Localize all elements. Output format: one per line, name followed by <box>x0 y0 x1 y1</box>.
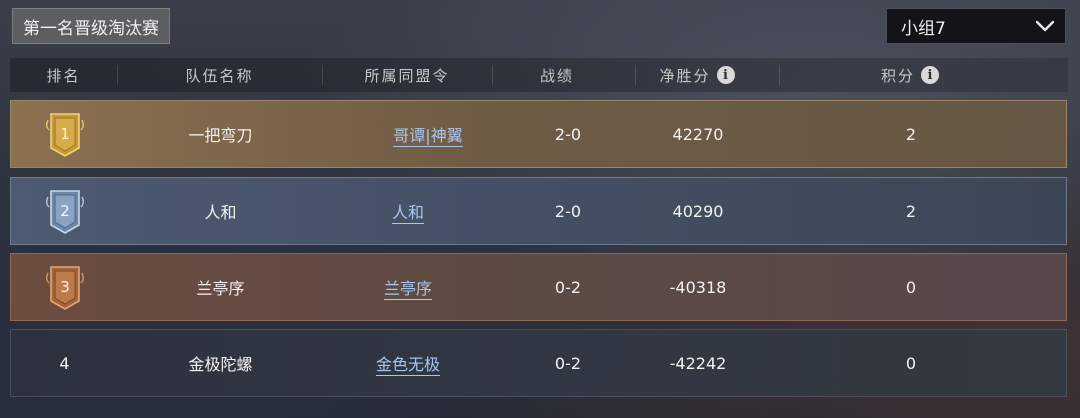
record-cell: 2-0 <box>554 124 582 144</box>
record-cell: 0-2 <box>554 277 582 297</box>
header-team-label: 队伍名称 <box>185 66 254 85</box>
bronze-rank-badge-icon: 3 <box>45 266 84 310</box>
points-cell: 2 <box>905 201 917 221</box>
net-score-cell: -40318 <box>669 277 727 297</box>
rank-cell: 3 <box>11 254 118 320</box>
header-alliance-label: 所属同盟令 <box>364 66 450 85</box>
team-name: 兰亭序 <box>196 279 245 298</box>
header-points: 积分 i <box>805 58 1015 92</box>
rank-number: 3 <box>60 278 70 296</box>
record-cell: 0-2 <box>554 353 582 373</box>
header-net-score: 净胜分 i <box>622 58 772 92</box>
alliance-link[interactable]: 金色无极 <box>376 351 440 375</box>
points-cell: 0 <box>905 277 917 297</box>
gold-rank-badge-icon: 1 <box>45 113 84 157</box>
header-points-label: 积分 <box>880 66 915 85</box>
silver-rank-badge-icon: 2 <box>45 190 84 234</box>
table-row[interactable]: 2 人和 人和 2-0 40290 2 <box>10 177 1067 245</box>
points-cell: 2 <box>905 124 917 144</box>
team-name: 金极陀螺 <box>188 355 253 374</box>
alliance-cell: 人和 <box>323 178 493 244</box>
alliance-link[interactable]: 哥谭|神翼 <box>393 122 462 146</box>
rank-cell: 4 <box>11 330 118 396</box>
net-score-cell: 40290 <box>672 201 724 221</box>
rank-cell: 1 <box>11 101 118 167</box>
team-name: 一把弯刀 <box>188 126 253 145</box>
rank-cell: 2 <box>11 178 118 244</box>
header-net-score-label: 净胜分 <box>659 66 711 85</box>
header-record: 战绩 <box>492 58 622 92</box>
points-cell: 0 <box>905 353 917 373</box>
alliance-cell: 金色无极 <box>323 330 493 396</box>
header-rank-label: 排名 <box>46 66 81 85</box>
header-rank: 排名 <box>10 58 117 92</box>
alliance-cell: 兰亭序 <box>323 254 493 320</box>
header-record-label: 战绩 <box>539 66 574 85</box>
team-name: 人和 <box>204 203 237 222</box>
rank-number: 4 <box>59 353 70 373</box>
info-icon[interactable]: i <box>921 66 939 84</box>
header-team: 队伍名称 <box>117 58 322 92</box>
rank-number: 1 <box>60 125 70 143</box>
page-title-text: 第一名晋级淘汰赛 <box>23 18 159 39</box>
net-score-cell: -42242 <box>669 353 727 373</box>
group-select-dropdown[interactable]: 小组7 <box>886 8 1066 44</box>
net-score-cell: 42270 <box>672 124 724 144</box>
table-row[interactable]: 3 兰亭序 兰亭序 0-2 -40318 0 <box>10 253 1067 321</box>
header-alliance: 所属同盟令 <box>322 58 492 92</box>
alliance-link[interactable]: 兰亭序 <box>384 275 432 299</box>
rank-number: 2 <box>60 202 70 220</box>
chevron-down-icon <box>1035 20 1055 32</box>
table-header: 排名 队伍名称 所属同盟令 战绩 净胜分 i 积分 i <box>10 58 1068 92</box>
group-select-value: 小组7 <box>901 18 946 39</box>
info-icon[interactable]: i <box>716 66 735 84</box>
alliance-link[interactable]: 人和 <box>392 199 424 223</box>
page-title: 第一名晋级淘汰赛 <box>12 8 170 44</box>
table-row[interactable]: 1 一把弯刀 哥谭|神翼 2-0 42270 2 <box>10 100 1067 168</box>
record-cell: 2-0 <box>554 201 582 221</box>
table-row[interactable]: 4 金极陀螺 金色无极 0-2 -42242 0 <box>10 329 1067 397</box>
